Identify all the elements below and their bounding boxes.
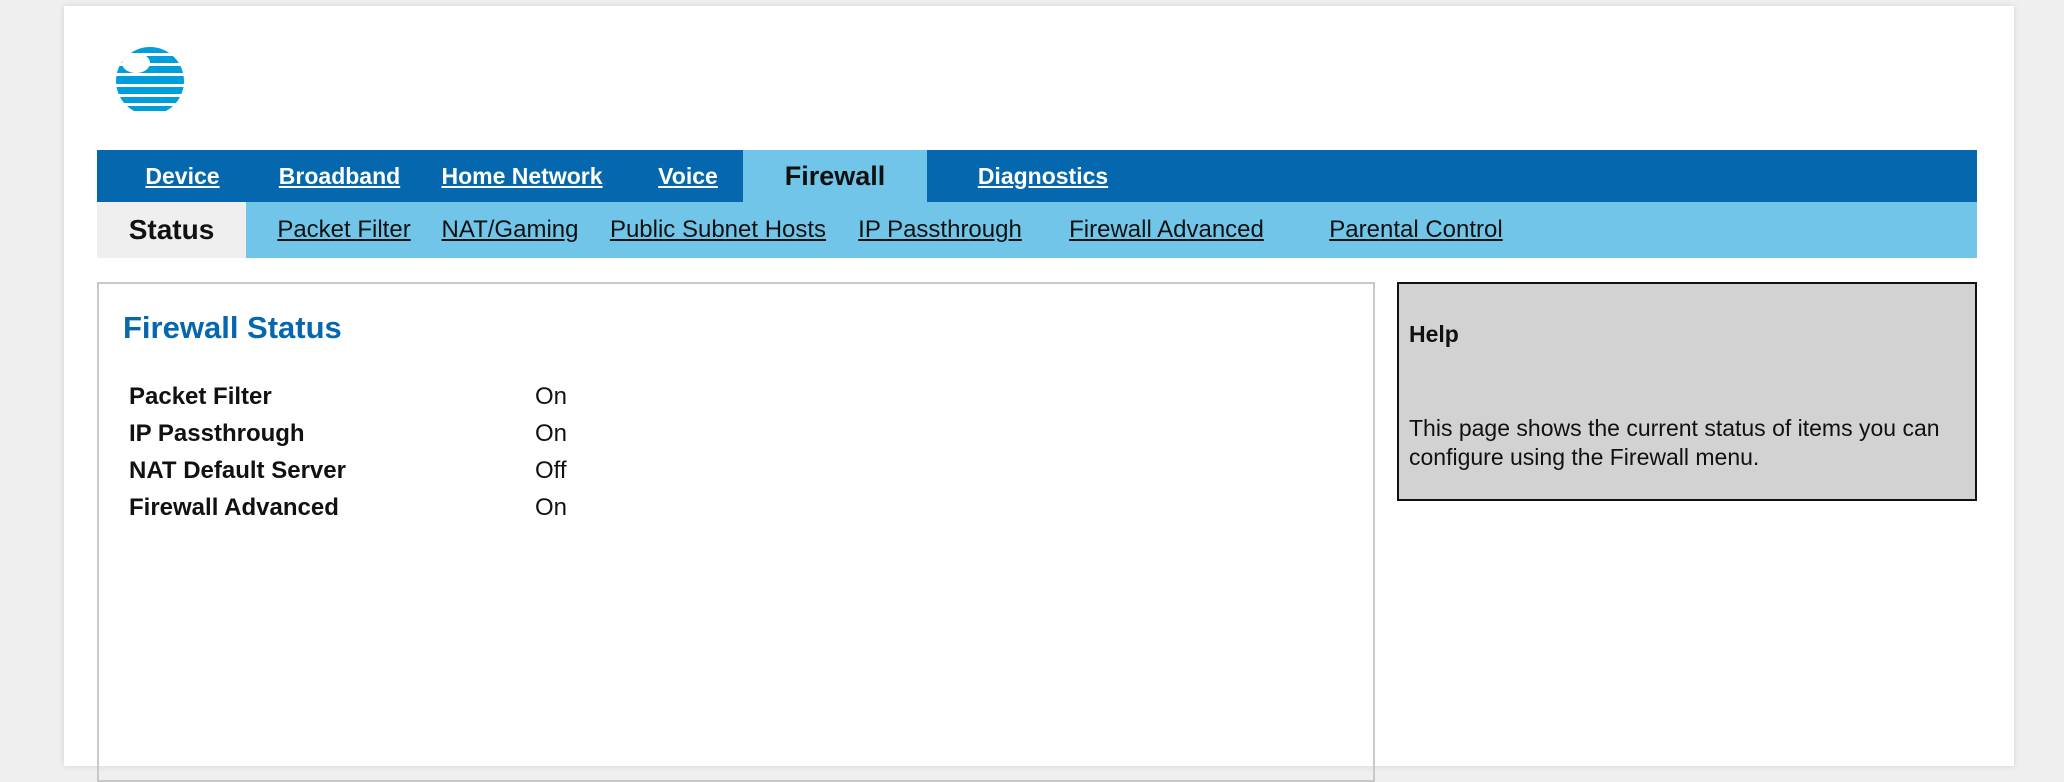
- subnav-packet-filter[interactable]: Packet Filter: [246, 202, 442, 258]
- nav-diagnostics[interactable]: Diagnostics: [927, 150, 1159, 202]
- subnav-nat-gaming[interactable]: NAT/Gaming: [442, 202, 579, 258]
- status-label: NAT Default Server: [129, 456, 346, 484]
- top-navigation: Device Broadband Home Network Voice Fire…: [97, 150, 1977, 202]
- status-row: NAT Default Server Off: [129, 452, 567, 489]
- att-globe-icon: [116, 47, 184, 115]
- status-value: On: [535, 419, 568, 447]
- status-value: Off: [535, 456, 567, 484]
- status-row: IP Passthrough On: [129, 415, 567, 452]
- status-table: Packet Filter On IP Passthrough On NAT D…: [129, 378, 567, 526]
- subnav-parental-control[interactable]: Parental Control: [1311, 202, 1521, 258]
- help-panel: Help This page shows the current status …: [1397, 282, 1977, 501]
- status-label: Firewall Advanced: [129, 493, 339, 521]
- nav-voice[interactable]: Voice: [633, 150, 743, 202]
- sub-navigation: Status Packet Filter NAT/Gaming Public S…: [97, 202, 1977, 258]
- nav-device[interactable]: Device: [97, 150, 268, 202]
- subnav-firewall-advanced[interactable]: Firewall Advanced: [1022, 202, 1311, 258]
- firewall-status-panel: Firewall Status Packet Filter On IP Pass…: [97, 282, 1375, 782]
- status-label: Packet Filter: [129, 382, 272, 410]
- status-value: On: [535, 493, 568, 521]
- status-row: Packet Filter On: [129, 378, 567, 415]
- status-label: IP Passthrough: [129, 419, 305, 447]
- help-title: Help: [1409, 321, 1459, 347]
- page-container: Device Broadband Home Network Voice Fire…: [64, 6, 2014, 782]
- status-row: Firewall Advanced On: [129, 489, 567, 526]
- nav-broadband[interactable]: Broadband: [268, 150, 411, 202]
- subnav-public-subnet-hosts[interactable]: Public Subnet Hosts: [578, 202, 858, 258]
- page-title: Firewall Status: [123, 310, 342, 345]
- help-text: This page shows the current status of it…: [1409, 415, 1940, 470]
- status-value: On: [535, 382, 568, 410]
- nav-firewall[interactable]: Firewall: [743, 150, 927, 202]
- subnav-ip-passthrough[interactable]: IP Passthrough: [858, 202, 1022, 258]
- nav-home-network[interactable]: Home Network: [411, 150, 633, 202]
- subnav-status[interactable]: Status: [97, 202, 246, 258]
